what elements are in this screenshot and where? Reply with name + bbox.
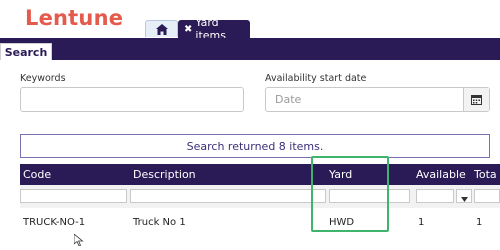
subtab-bar bbox=[0, 38, 500, 60]
table-row[interactable]: TRUCK-NO-1 Truck No 1 HWD 1 1 bbox=[20, 208, 500, 238]
column-header-description[interactable]: Description bbox=[133, 168, 196, 181]
search-result-text: Search returned 8 items. bbox=[186, 139, 324, 153]
cell-available: 1 bbox=[418, 217, 425, 228]
cell-description: Truck No 1 bbox=[133, 217, 186, 228]
cell-total: 1 bbox=[476, 217, 483, 228]
chevron-down-icon bbox=[460, 187, 468, 206]
filter-total-input[interactable] bbox=[474, 189, 500, 203]
filter-description-input[interactable] bbox=[130, 189, 326, 203]
filter-row bbox=[20, 185, 500, 208]
column-header-available[interactable]: Available bbox=[416, 168, 466, 181]
app-logo: Lentune bbox=[25, 6, 124, 30]
close-tab-icon[interactable]: ✖ bbox=[184, 24, 192, 35]
cell-code: TRUCK-NO-1 bbox=[23, 217, 86, 228]
search-result-message: Search returned 8 items. bbox=[20, 134, 490, 158]
tab-home[interactable] bbox=[145, 20, 178, 37]
table-header: Code Description Yard Available Tota bbox=[20, 164, 500, 185]
keywords-label: Keywords bbox=[20, 73, 66, 84]
tab-yard-items[interactable]: ✖ Yard items bbox=[178, 16, 250, 42]
date-placeholder: Date bbox=[275, 93, 302, 106]
keywords-input[interactable] bbox=[20, 87, 244, 112]
tab-search[interactable]: Search bbox=[0, 43, 52, 60]
calendar-icon[interactable] bbox=[463, 88, 489, 111]
filter-code-input[interactable] bbox=[20, 189, 127, 203]
column-header-code[interactable]: Code bbox=[23, 168, 51, 181]
home-icon bbox=[155, 20, 168, 39]
column-header-total[interactable]: Tota bbox=[474, 168, 497, 181]
availability-date-input[interactable]: Date bbox=[265, 87, 490, 112]
tab-search-label: Search bbox=[4, 45, 48, 59]
availability-start-date-label: Availability start date bbox=[265, 73, 367, 84]
filter-available-dropdown[interactable] bbox=[456, 189, 472, 203]
filter-available-input[interactable] bbox=[416, 189, 454, 203]
yard-column-highlight bbox=[311, 156, 389, 232]
